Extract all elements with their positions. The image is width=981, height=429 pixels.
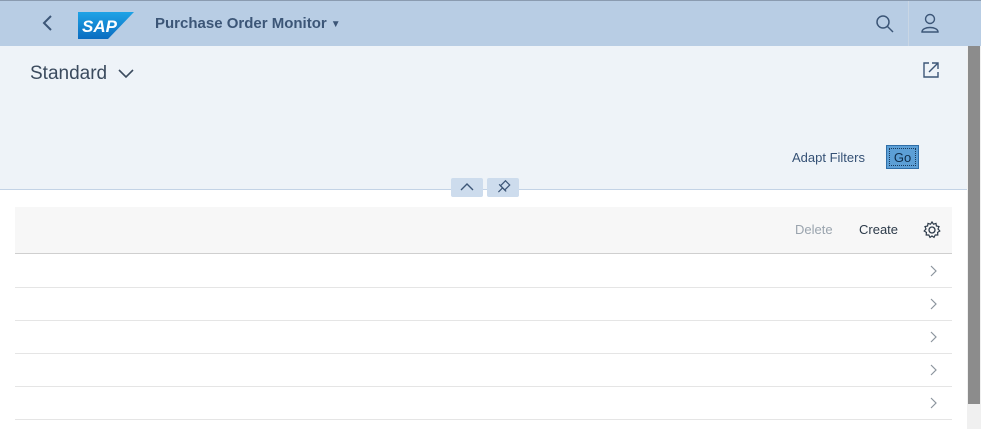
table-body bbox=[15, 255, 952, 420]
shell-header: SAP Purchase Order Monitor ▼ bbox=[0, 0, 981, 47]
pin-header-button[interactable] bbox=[487, 178, 519, 197]
back-button[interactable] bbox=[36, 11, 60, 35]
adapt-filters-button[interactable]: Adapt Filters bbox=[792, 150, 865, 165]
sap-logo[interactable]: SAP bbox=[78, 12, 134, 39]
collapse-header-button[interactable] bbox=[451, 178, 483, 197]
shell-separator bbox=[908, 1, 909, 47]
caret-down-icon: ▼ bbox=[330, 19, 341, 30]
user-icon bbox=[921, 13, 939, 33]
pin-icon bbox=[497, 179, 511, 193]
go-button[interactable]: Go bbox=[886, 145, 919, 169]
filter-bar: Standard Adapt Filters Go bbox=[0, 46, 967, 190]
logo-text: SAP bbox=[82, 17, 118, 36]
create-button[interactable]: Create bbox=[859, 222, 898, 237]
chevron-right-icon bbox=[930, 397, 937, 409]
scrollbar-thumb[interactable] bbox=[968, 46, 980, 404]
chevron-down-icon bbox=[118, 69, 134, 79]
chevron-right-icon bbox=[930, 298, 937, 310]
variant-label: Standard bbox=[30, 63, 108, 84]
search-button[interactable] bbox=[874, 13, 896, 35]
user-menu-button[interactable] bbox=[919, 12, 941, 34]
search-icon bbox=[876, 15, 894, 33]
share-icon bbox=[923, 62, 939, 78]
table-row[interactable] bbox=[15, 255, 952, 288]
variant-selector[interactable]: Standard bbox=[30, 63, 135, 85]
chevron-up-icon bbox=[460, 183, 474, 191]
table-toolbar: Delete Create bbox=[15, 207, 952, 254]
share-button[interactable] bbox=[921, 60, 941, 80]
delete-button[interactable]: Delete bbox=[795, 222, 833, 237]
table-row[interactable] bbox=[15, 321, 952, 354]
app-title: Purchase Order Monitor bbox=[155, 15, 327, 32]
back-icon bbox=[42, 15, 52, 31]
table-row[interactable] bbox=[15, 288, 952, 321]
chevron-right-icon bbox=[930, 364, 937, 376]
table-settings-button[interactable] bbox=[922, 220, 942, 240]
table-row[interactable] bbox=[15, 354, 952, 387]
chevron-right-icon bbox=[930, 331, 937, 343]
gear-icon bbox=[923, 220, 941, 239]
table-row[interactable] bbox=[15, 387, 952, 420]
chevron-right-icon bbox=[930, 265, 937, 277]
app-title-menu[interactable]: Purchase Order Monitor ▼ bbox=[155, 15, 341, 32]
